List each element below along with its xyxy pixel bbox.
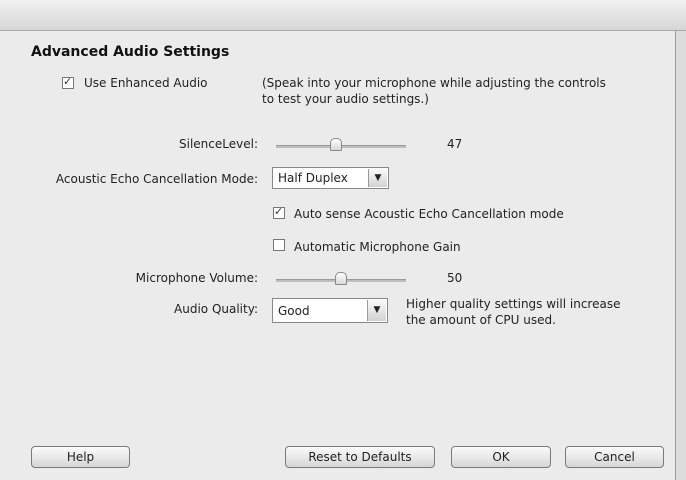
- aec-mode-select[interactable]: Half Duplex ▼: [272, 167, 389, 189]
- mic-volume-value: 50: [447, 271, 463, 285]
- audio-quality-label: Audio Quality:: [174, 302, 258, 316]
- window-top-bar: [0, 0, 686, 31]
- chevron-down-icon[interactable]: ▼: [367, 300, 386, 321]
- audio-quality-select[interactable]: Good ▼: [272, 298, 388, 323]
- silence-level-label: SilenceLevel:: [179, 137, 258, 151]
- dialog-title: Advanced Audio Settings: [31, 44, 230, 60]
- reset-to-defaults-button[interactable]: Reset to Defaults: [285, 446, 435, 468]
- quality-note-line2: the amount of CPU used.: [406, 313, 556, 327]
- silence-level-slider-thumb[interactable]: [330, 138, 342, 151]
- auto-sense-aec-label: Auto sense Acoustic Echo Cancellation mo…: [294, 207, 564, 221]
- auto-mic-gain-checkbox[interactable]: [273, 239, 285, 251]
- mic-volume-slider-thumb[interactable]: [335, 272, 347, 285]
- aec-mode-value: Half Duplex: [278, 171, 348, 185]
- auto-mic-gain-label: Automatic Microphone Gain: [294, 240, 461, 254]
- cancel-button[interactable]: Cancel: [565, 446, 664, 468]
- aec-mode-label: Acoustic Echo Cancellation Mode:: [55, 172, 258, 186]
- hint-text-line2: to test your audio settings.): [262, 92, 429, 106]
- auto-sense-aec-checkbox[interactable]: ✓: [273, 205, 285, 219]
- checkmark-icon: ✓: [63, 75, 73, 88]
- help-button[interactable]: Help: [31, 446, 130, 468]
- enhanced-audio-checkbox[interactable]: ✓: [62, 75, 74, 89]
- advanced-audio-settings-dialog: Advanced Audio Settings ✓ Use Enhanced A…: [0, 31, 676, 480]
- audio-quality-value: Good: [278, 304, 310, 318]
- mic-volume-label: Microphone Volume:: [135, 271, 258, 285]
- checkmark-icon: ✓: [274, 205, 284, 218]
- silence-level-value: 47: [447, 137, 463, 151]
- quality-note-line1: Higher quality settings will increase: [406, 297, 621, 311]
- ok-button[interactable]: OK: [451, 446, 551, 468]
- enhanced-audio-label: Use Enhanced Audio: [84, 76, 208, 90]
- hint-text-line1: (Speak into your microphone while adjust…: [262, 76, 606, 90]
- chevron-down-icon[interactable]: ▼: [368, 169, 387, 187]
